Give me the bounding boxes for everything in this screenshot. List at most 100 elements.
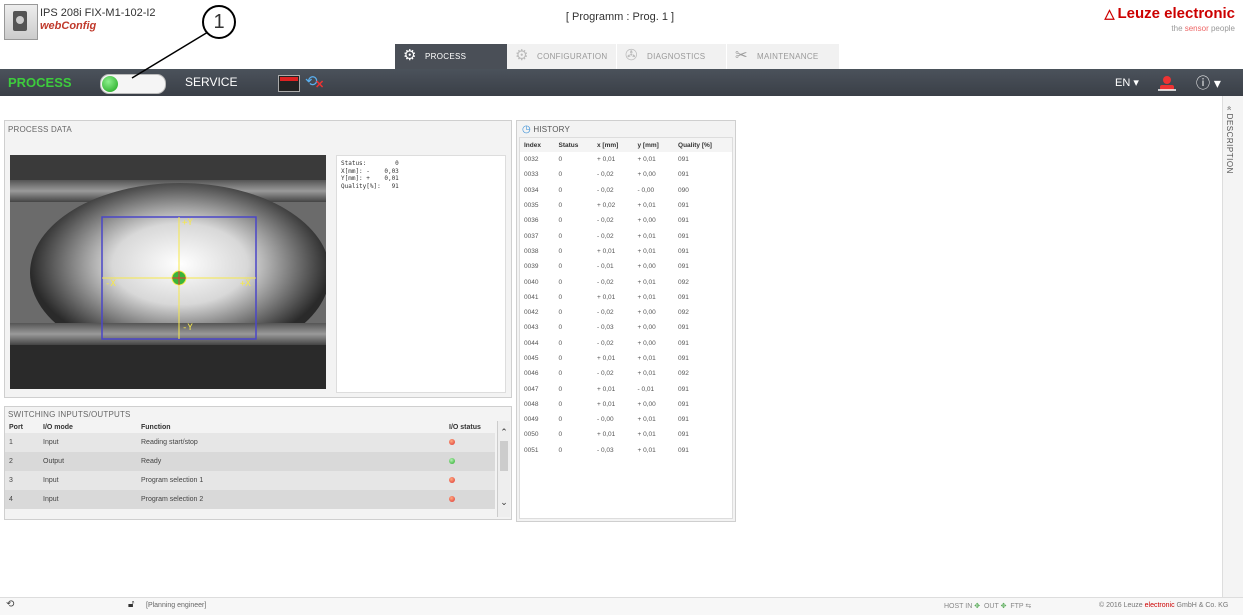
display-button[interactable]: [278, 75, 300, 92]
history-row: 0049 0 - 0,00 + 0,01 091: [520, 412, 732, 427]
diagnostics-icon: ✇: [625, 47, 638, 64]
history-cell: 0046: [524, 370, 539, 378]
history-cell: + 0,01: [597, 247, 616, 255]
history-col-header: Quality [%]: [674, 138, 732, 152]
scroll-thumb[interactable]: [500, 441, 508, 471]
history-cell: - 0,03: [597, 324, 614, 332]
tab-process[interactable]: ⚙ PROCESS: [395, 44, 507, 69]
history-cell: 0: [558, 171, 563, 179]
host-in-label: HOST IN: [944, 603, 973, 610]
history-row: 0038 0 + 0,01 + 0,01 091: [520, 244, 732, 259]
history-cell: - 0,02: [597, 171, 614, 179]
camera-image: +Y -Y +X -X: [10, 155, 326, 389]
io-scrollbar[interactable]: ⌃ ⌄: [497, 421, 510, 517]
col-function: Function: [141, 423, 171, 431]
history-row: 0045 0 + 0,01 + 0,01 091: [520, 351, 732, 366]
out-label: OUT: [983, 603, 999, 610]
plus-x-label: +X: [240, 279, 251, 289]
history-cell: - 0,00: [637, 186, 655, 194]
history-cell: 0: [558, 217, 563, 225]
io-mode-cell: Output: [39, 452, 137, 471]
history-row: 0035 0 + 0,02 + 0,01 091: [520, 198, 732, 213]
io-row: 4 Input Program selection 2: [5, 490, 495, 509]
scroll-up-icon[interactable]: ⌃: [498, 427, 510, 438]
annotation-callout: 1: [202, 5, 236, 39]
scroll-down-icon[interactable]: ⌄: [498, 497, 510, 508]
history-row: 0043 0 - 0,03 + 0,00 091: [520, 320, 732, 335]
language-select[interactable]: EN ▾: [1115, 76, 1139, 89]
history-row: 0034 0 - 0,02 - 0,00 090: [520, 183, 732, 198]
leuze-triangle-icon: △: [1104, 6, 1115, 21]
toggle-knob[interactable]: [102, 76, 118, 92]
tab-label: PROCESS: [425, 52, 467, 61]
history-row: 0033 0 - 0,02 + 0,00 091: [520, 167, 732, 182]
copyright-prefix: © 2016 Leuze: [1099, 602, 1145, 609]
history-cell: + 0,01: [637, 431, 656, 439]
io-rows: 1 Input Reading start/stop 2 Output Ready 3 Inp…: [5, 433, 495, 509]
history-row: 0051 0 - 0,03 + 0,01 091: [520, 443, 732, 458]
io-status-cell: [445, 452, 495, 471]
history-title: ◷ HISTORY: [522, 124, 570, 135]
history-cell: + 0,01: [597, 385, 616, 393]
io-status-cell: [445, 490, 495, 509]
history-cell: 0050: [524, 431, 539, 439]
history-row: 0040 0 - 0,02 + 0,01 092: [520, 274, 732, 289]
disconnect-icon[interactable]: ⟲ ✕: [305, 72, 325, 92]
history-cell: 091: [678, 385, 689, 393]
history-cell: 0: [558, 370, 563, 378]
tab-configuration[interactable]: ⚙ CONFIGURATION: [507, 44, 617, 69]
history-cell: 0: [558, 339, 563, 347]
history-cell: - 0,02: [597, 217, 614, 225]
plus-y-label: +Y: [182, 218, 193, 228]
history-cell: 091: [678, 202, 689, 210]
history-col-header: x [mm]: [593, 138, 634, 152]
refresh-icon[interactable]: ⟲: [6, 599, 14, 610]
info-icon[interactable]: ⓘ ▾: [1196, 73, 1221, 93]
tab-diagnostics[interactable]: ✇ DIAGNOSTICS: [617, 44, 727, 69]
host-in-icon: ✥: [974, 603, 981, 610]
history-cell: 091: [678, 156, 689, 164]
status-bar: ⟲ 🔓︎ [Planning engineer] HOST IN ✥ OUT ✥…: [0, 597, 1243, 615]
history-cell: 0: [558, 232, 563, 240]
history-cell: - 0,03: [597, 446, 614, 454]
history-cell: - 0,01: [597, 263, 614, 271]
tools-icon: ✂: [735, 47, 748, 64]
history-cell: 0048: [524, 400, 539, 408]
description-toggle[interactable]: « DESCRIPTION: [1225, 106, 1234, 174]
io-row: 3 Input Program selection 1: [5, 471, 495, 490]
history-cell: + 0,01: [597, 431, 616, 439]
program-title: [ Programm : Prog. 1 ]: [565, 11, 675, 23]
col-status: I/O status: [449, 423, 481, 431]
history-col-header: y [mm]: [633, 138, 675, 152]
history-rows: 0032 0 + 0,01 + 0,01 091 0033 0 - 0,02 + 0,00 091…: [520, 152, 732, 458]
tab-label: DIAGNOSTICS: [647, 52, 706, 61]
history-cell: 090: [678, 186, 689, 194]
history-col-header: Status: [554, 138, 594, 152]
switching-io-title: SWITCHING INPUTS/OUTPUTS: [8, 410, 131, 419]
history-row: 0041 0 + 0,01 + 0,01 091: [520, 290, 732, 305]
history-cell: - 0,00: [597, 416, 614, 424]
io-port-cell: 1: [5, 433, 39, 452]
tab-maintenance[interactable]: ✂ MAINTENANCE: [727, 44, 839, 69]
history-cell: 091: [678, 446, 689, 454]
history-cell: + 0,01: [637, 355, 656, 362]
history-cell: 0047: [524, 385, 539, 393]
history-cell: - 0,02: [597, 186, 614, 194]
history-cell: 0040: [524, 278, 539, 286]
io-row: 2 Output Ready: [5, 452, 495, 471]
io-port-cell: 4: [5, 490, 39, 509]
history-cell: + 0,01: [637, 202, 656, 210]
history-cell: 091: [678, 339, 689, 347]
user-icon[interactable]: [1156, 74, 1178, 92]
unlock-icon[interactable]: 🔓︎: [128, 599, 134, 610]
ftp-icon: ⇆: [1025, 603, 1032, 610]
history-cell: 091: [678, 232, 689, 240]
process-data-title: PROCESS DATA: [8, 125, 72, 134]
history-table: Index Status x [mm] y [mm] Quality [%] 0032 0…: [520, 138, 732, 458]
language-value: EN: [1115, 77, 1131, 89]
history-cell: 091: [678, 431, 689, 439]
io-port-cell: 2: [5, 452, 39, 471]
history-row: 0044 0 - 0,02 + 0,00 091: [520, 336, 732, 351]
clock-icon: ◷: [522, 124, 531, 135]
copyright-highlight: electronic: [1144, 602, 1175, 609]
